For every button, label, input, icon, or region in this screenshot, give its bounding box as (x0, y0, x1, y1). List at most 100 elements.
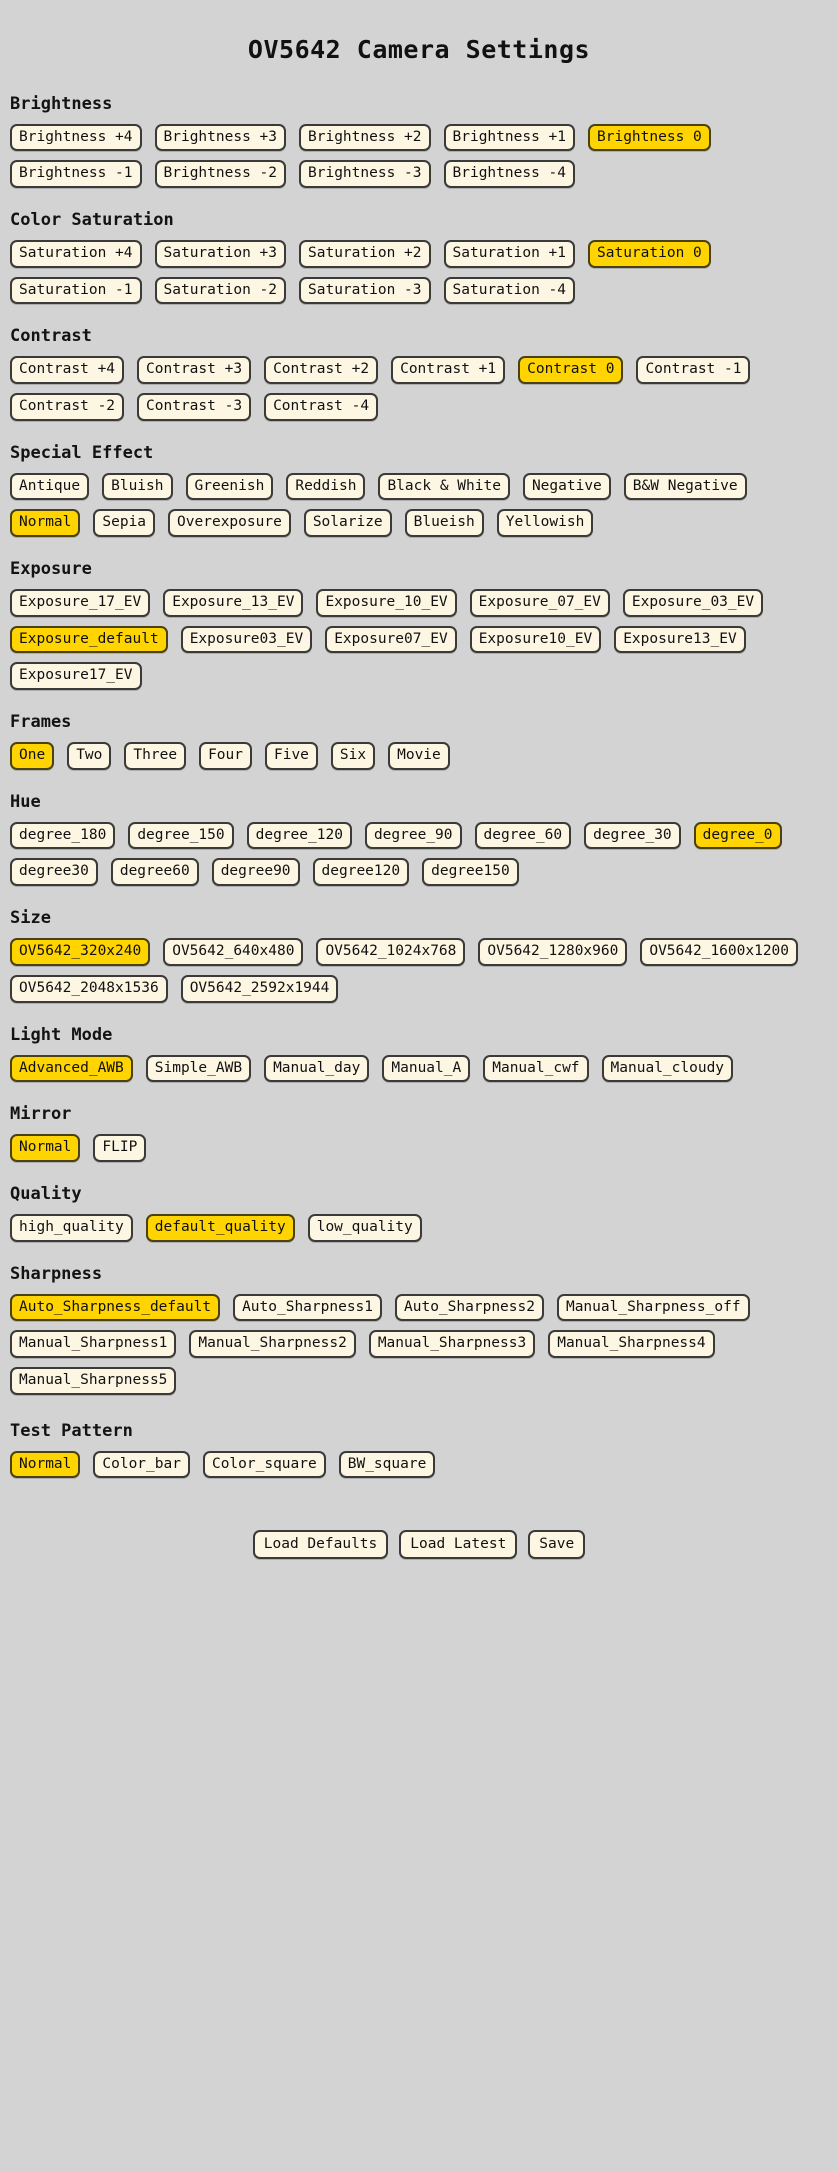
option-button[interactable]: Sepia (93, 509, 156, 538)
option-button[interactable]: Four (199, 742, 252, 770)
option-button[interactable]: Brightness -2 (154, 160, 286, 189)
option-button[interactable]: Exposure_17_EV (10, 589, 151, 617)
option-button[interactable]: Brightness +2 (299, 123, 431, 152)
option-button[interactable]: Overexposure (168, 509, 291, 538)
option-button[interactable]: Exposure_03_EV (622, 589, 764, 617)
option-button[interactable]: Solarize (303, 509, 392, 538)
option-button[interactable]: Saturation -4 (443, 276, 575, 305)
option-button[interactable]: degree120 (312, 858, 410, 887)
option-button[interactable]: Exposure07_EV (325, 625, 457, 654)
save-button[interactable]: Save (528, 1530, 586, 1560)
option-button[interactable]: Saturation +2 (299, 240, 431, 268)
option-button[interactable]: Manual_day (264, 1054, 370, 1083)
option-button[interactable]: Saturation +1 (443, 240, 575, 268)
option-button[interactable]: Normal (10, 509, 81, 538)
option-button[interactable]: Greenish (185, 472, 274, 501)
option-button[interactable]: OV5642_640x480 (163, 938, 304, 966)
option-button[interactable]: Manual_Sharpness4 (548, 1330, 715, 1358)
option-button[interactable]: Manual_Sharpness_off (556, 1293, 750, 1322)
option-button[interactable]: Brightness -4 (443, 160, 575, 189)
option-button[interactable]: Manual_cloudy (601, 1054, 734, 1083)
option-button[interactable]: degree_0 (693, 821, 782, 850)
option-button[interactable]: Manual_Sharpness5 (10, 1366, 177, 1395)
option-button[interactable]: Color_bar (93, 1450, 190, 1479)
option-button[interactable]: Contrast -1 (636, 356, 751, 385)
option-button[interactable]: Five (264, 742, 318, 770)
option-button[interactable]: Manual_Sharpness1 (10, 1330, 177, 1358)
option-button[interactable]: degree_150 (128, 821, 234, 850)
option-button[interactable]: Exposure03_EV (180, 625, 313, 654)
option-button[interactable]: Auto_Sharpness2 (395, 1293, 544, 1322)
option-button[interactable]: OV5642_2592x1944 (180, 974, 339, 1003)
option-button[interactable]: OV5642_1280x960 (478, 938, 628, 966)
option-button[interactable]: Saturation -1 (10, 276, 142, 305)
option-button[interactable]: degree_30 (584, 821, 681, 850)
option-button[interactable]: One (10, 742, 55, 770)
option-button[interactable]: Brightness -3 (299, 160, 431, 189)
option-button[interactable]: Simple_AWB (145, 1054, 252, 1083)
option-button[interactable]: Manual_Sharpness2 (189, 1330, 356, 1358)
option-button[interactable]: Yellowish (496, 509, 594, 538)
option-button[interactable]: Manual_Sharpness3 (368, 1330, 536, 1358)
option-button[interactable]: low_quality (307, 1213, 422, 1242)
option-button[interactable]: Contrast -4 (264, 393, 379, 421)
option-button[interactable]: Color_square (202, 1450, 326, 1479)
option-button[interactable]: high_quality (10, 1213, 133, 1242)
option-button[interactable]: Exposure_13_EV (163, 589, 304, 617)
option-button[interactable]: Auto_Sharpness_default (10, 1293, 221, 1322)
option-button[interactable]: Brightness +3 (154, 123, 286, 152)
option-button[interactable]: Bluish (102, 472, 173, 501)
option-button[interactable]: Saturation -2 (154, 276, 286, 305)
option-button[interactable]: Movie (388, 742, 450, 770)
option-button[interactable]: Auto_Sharpness1 (233, 1293, 383, 1322)
option-button[interactable]: degree60 (110, 858, 199, 887)
option-button[interactable]: Contrast +3 (137, 356, 252, 385)
option-button[interactable]: Black & White (378, 472, 510, 501)
option-button[interactable]: Saturation +3 (154, 240, 286, 268)
option-button[interactable]: Saturation 0 (588, 240, 711, 268)
option-button[interactable]: Contrast +4 (10, 356, 125, 385)
option-button[interactable]: degree_60 (474, 821, 572, 850)
option-button[interactable]: Brightness +1 (443, 123, 575, 152)
option-button[interactable]: Exposure13_EV (614, 625, 746, 654)
option-button[interactable]: Exposure_default (10, 625, 168, 654)
option-button[interactable]: Contrast +1 (391, 356, 506, 385)
option-button[interactable]: OV5642_2048x1536 (10, 974, 168, 1003)
option-button[interactable]: degree_90 (364, 821, 462, 850)
option-button[interactable]: Contrast 0 (518, 356, 624, 385)
option-button[interactable]: OV5642_320x240 (10, 938, 151, 966)
option-button[interactable]: Antique (10, 472, 90, 501)
option-button[interactable]: FLIP (93, 1134, 147, 1162)
option-button[interactable]: Negative (522, 472, 611, 501)
option-button[interactable]: OV5642_1024x768 (316, 938, 466, 966)
option-button[interactable]: Contrast -2 (10, 393, 125, 421)
option-button[interactable]: degree_180 (10, 821, 116, 850)
option-button[interactable]: Three (124, 742, 187, 770)
option-button[interactable]: Brightness +4 (10, 123, 142, 152)
option-button[interactable]: OV5642_1600x1200 (640, 938, 799, 966)
option-button[interactable]: Reddish (286, 472, 366, 501)
option-button[interactable]: Exposure_10_EV (316, 589, 457, 617)
load-defaults-button[interactable]: Load Defaults (252, 1530, 389, 1560)
option-button[interactable]: Saturation -3 (299, 276, 431, 305)
option-button[interactable]: default_quality (145, 1213, 295, 1242)
option-button[interactable]: Brightness -1 (10, 160, 142, 189)
option-button[interactable]: Normal (10, 1450, 81, 1479)
option-button[interactable]: Manual_cwf (483, 1054, 589, 1083)
option-button[interactable]: degree_120 (246, 821, 352, 850)
option-button[interactable]: Two (67, 742, 112, 770)
option-button[interactable]: Blueish (404, 509, 484, 538)
option-button[interactable]: Exposure10_EV (469, 625, 602, 654)
option-button[interactable]: degree150 (422, 858, 519, 887)
option-button[interactable]: Manual_A (382, 1054, 471, 1083)
option-button[interactable]: Contrast -3 (137, 393, 252, 421)
option-button[interactable]: Exposure_07_EV (469, 589, 610, 617)
option-button[interactable]: B&W Negative (623, 472, 747, 501)
option-button[interactable]: Saturation +4 (10, 240, 142, 268)
option-button[interactable]: Brightness 0 (588, 123, 711, 152)
option-button[interactable]: degree30 (10, 858, 98, 887)
option-button[interactable]: BW_square (338, 1450, 436, 1479)
option-button[interactable]: Advanced_AWB (10, 1054, 133, 1083)
option-button[interactable]: Normal (10, 1134, 81, 1162)
load-latest-button[interactable]: Load Latest (399, 1530, 518, 1560)
